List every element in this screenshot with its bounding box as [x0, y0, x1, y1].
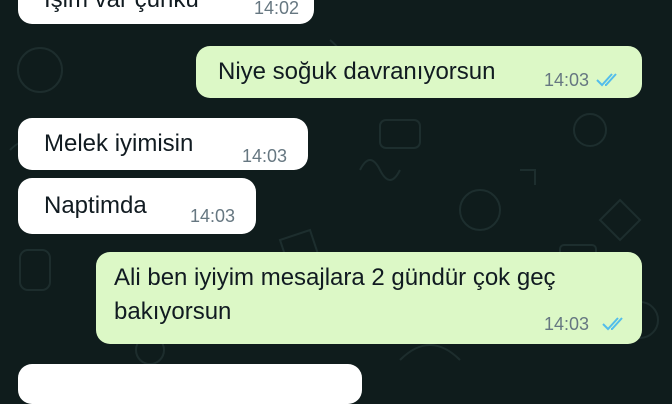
- message-text-line-2: bakıyorsun: [114, 298, 232, 325]
- message-text: Melek iyimisin: [44, 130, 194, 157]
- double-check-read-icon: [596, 73, 617, 87]
- message-text: Naptimda: [44, 192, 147, 219]
- message-time: 14:02: [254, 0, 300, 18]
- incoming-message[interactable]: Melek iyimisin 14:03: [18, 118, 308, 170]
- message-text: Niye soğuk davranıyorsun: [218, 58, 496, 85]
- message-text-line-1: Ali ben iyiyim mesajlara 2 gündür çok ge…: [114, 264, 556, 291]
- message-time: 14:03: [190, 206, 236, 226]
- message-time: 14:03: [544, 314, 590, 334]
- message-text: Işim var çünkü: [44, 0, 199, 18]
- outgoing-message[interactable]: Ali ben iyiyim mesajlara 2 gündür çok ge…: [96, 252, 642, 344]
- message-time: 14:03: [544, 70, 590, 90]
- incoming-message[interactable]: Işim var çünkü 14:02: [18, 0, 314, 24]
- message-time: 14:03: [242, 146, 288, 166]
- incoming-message[interactable]: Naptimda 14:03: [18, 178, 256, 234]
- double-check-read-icon: [602, 317, 623, 331]
- outgoing-message[interactable]: Niye soğuk davranıyorsun 14:03: [196, 46, 642, 98]
- incoming-message[interactable]: [18, 364, 362, 404]
